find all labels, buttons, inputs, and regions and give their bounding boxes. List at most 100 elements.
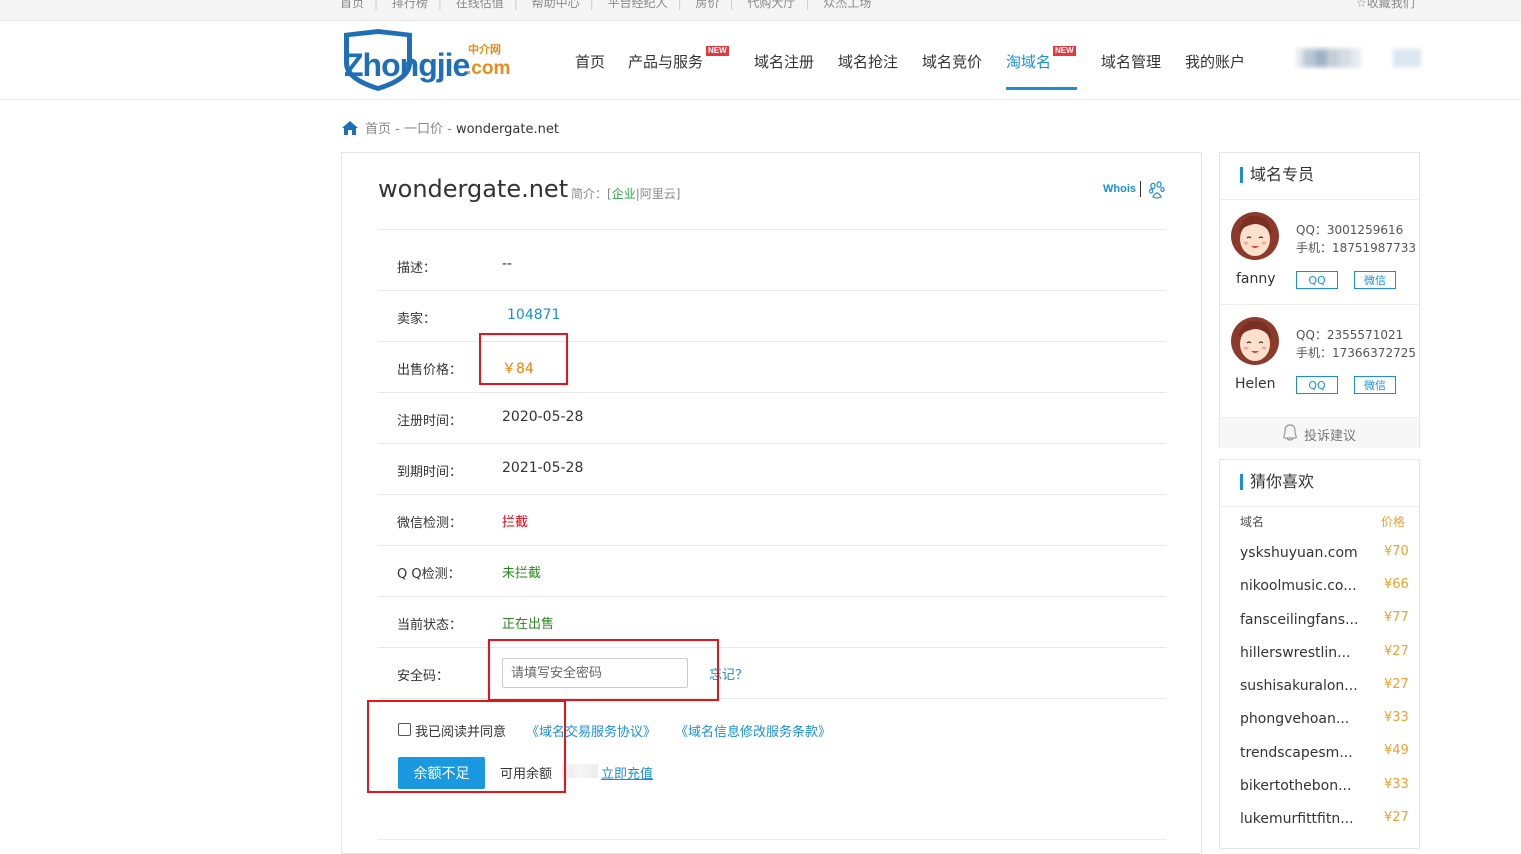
list-item-price: ¥27 bbox=[1384, 810, 1409, 825]
intro-tag[interactable]: 企业 bbox=[612, 187, 636, 201]
new-badge: NEW bbox=[1053, 46, 1076, 56]
domain-title: wondergate.net bbox=[378, 175, 569, 203]
home-icon[interactable] bbox=[341, 120, 359, 136]
zhongjie-logo[interactable]: Zhongjie 中介网 .com bbox=[340, 29, 516, 91]
insufficient-balance-button[interactable]: 余额不足 bbox=[398, 757, 485, 789]
list-item-domain[interactable]: hillerswrestlin... bbox=[1240, 645, 1351, 661]
divider bbox=[1220, 304, 1419, 305]
agree-checkbox[interactable] bbox=[398, 723, 411, 736]
nav-item-home[interactable]: 首页 bbox=[575, 51, 605, 72]
list-item-domain[interactable]: lukemurfittfitn... bbox=[1240, 811, 1354, 827]
col-header-price: 价格 bbox=[1381, 515, 1406, 529]
recharge-link[interactable]: 立即充值 bbox=[601, 763, 653, 782]
divider bbox=[378, 229, 1166, 230]
domain-agents-panel: 域名专员 fanny QQ：3001259616 手机：18751987733 … bbox=[1219, 152, 1420, 448]
value-description: -- bbox=[502, 256, 513, 272]
new-badge: NEW bbox=[706, 46, 729, 56]
agent-qq-button[interactable]: QQ bbox=[1296, 376, 1338, 394]
nav-item-tao-domain[interactable]: 淘域名 bbox=[1006, 51, 1051, 72]
list-item-price: ¥33 bbox=[1384, 710, 1409, 725]
list-item-domain[interactable]: yskshuyuan.com bbox=[1240, 545, 1358, 561]
list-item-price: ¥66 bbox=[1384, 577, 1409, 592]
list-item-domain[interactable]: phongvehoan... bbox=[1240, 711, 1349, 727]
agent-avatar-fanny bbox=[1231, 212, 1279, 260]
nav-item-auction[interactable]: 域名竞价 bbox=[922, 51, 982, 72]
list-item-price: ¥77 bbox=[1384, 610, 1409, 625]
seller-id-link[interactable]: 104871 bbox=[507, 307, 560, 323]
top-link-price[interactable]: 房价 bbox=[695, 0, 719, 10]
whois-link[interactable]: Whois bbox=[1103, 183, 1136, 195]
divider bbox=[378, 698, 1166, 699]
logo-com: .com bbox=[466, 58, 510, 79]
complaint-button[interactable]: 投诉建议 bbox=[1220, 417, 1419, 448]
breadcrumb-fixed-price[interactable]: 一口价 bbox=[404, 122, 443, 137]
list-item-price: ¥49 bbox=[1384, 743, 1409, 758]
nav-item-account[interactable]: 我的账户 bbox=[1185, 51, 1245, 72]
agent-phone: 手机：17366372725 bbox=[1296, 346, 1416, 360]
favorite-link[interactable]: ☆收藏我们 bbox=[1356, 0, 1415, 11]
label-status: 当前状态： bbox=[397, 618, 463, 633]
logo-text: Zhongjie bbox=[344, 47, 470, 83]
nav-item-snatch[interactable]: 域名抢注 bbox=[838, 51, 898, 72]
divider bbox=[378, 647, 1166, 648]
register-date: 2020-05-28 bbox=[502, 409, 584, 425]
breadcrumb-home[interactable]: 首页 bbox=[365, 122, 391, 137]
agent-wechat-button[interactable]: 微信 bbox=[1354, 376, 1396, 394]
expire-date: 2021-05-28 bbox=[502, 460, 584, 476]
sale-price: ￥84 bbox=[502, 361, 534, 377]
nav-item-register[interactable]: 域名注册 bbox=[754, 51, 814, 72]
list-item-domain[interactable]: bikertothebon... bbox=[1240, 778, 1351, 794]
baidu-paw-icon[interactable] bbox=[1149, 181, 1165, 199]
agent-phone: 手机：18751987733 bbox=[1296, 241, 1416, 255]
agent-name: fanny bbox=[1236, 271, 1276, 287]
breadcrumb-current: wondergate.net bbox=[455, 122, 559, 137]
security-code-input[interactable] bbox=[502, 658, 688, 688]
divider bbox=[378, 494, 1166, 495]
agent-qq: QQ：2355571021 bbox=[1296, 328, 1404, 342]
agent-qq: QQ：3001259616 bbox=[1296, 223, 1404, 237]
label-register-date: 注册时间： bbox=[397, 414, 463, 429]
list-item-domain[interactable]: nikoolmusic.co... bbox=[1240, 578, 1357, 594]
top-link-help[interactable]: 帮助中心 bbox=[532, 0, 580, 10]
nav-item-products[interactable]: 产品与服务 bbox=[628, 51, 703, 72]
agree-label: 我已阅读并同意 bbox=[415, 725, 507, 740]
list-item-domain[interactable]: trendscapesm... bbox=[1240, 745, 1353, 761]
divider bbox=[378, 443, 1166, 444]
agent-qq-button[interactable]: QQ bbox=[1296, 271, 1338, 289]
top-link-valuation[interactable]: 在线估值 bbox=[456, 0, 504, 10]
divider bbox=[378, 341, 1166, 342]
top-bar: 首页 | 排行榜 | 在线估值 | 帮助中心 | 平台经纪人 | 房价 | 代购大厅 | 众杰… bbox=[0, 0, 1521, 21]
label-price: 出售价格： bbox=[397, 363, 463, 378]
agent-wechat-button[interactable]: 微信 bbox=[1354, 271, 1396, 289]
breadcrumb: 首页 - 一口价 - wondergate.net bbox=[341, 118, 559, 137]
top-link-purchase[interactable]: 代购大厅 bbox=[747, 0, 795, 10]
list-item-price: ¥27 bbox=[1384, 644, 1409, 659]
trade-agreement-link[interactable]: 《域名交易服务协议》 bbox=[526, 721, 656, 740]
current-status: 正在出售 bbox=[502, 617, 555, 632]
divider bbox=[378, 596, 1166, 597]
list-item-price: ¥27 bbox=[1384, 677, 1409, 692]
user-avatar-blurred[interactable] bbox=[1293, 43, 1428, 73]
divider bbox=[378, 545, 1166, 546]
top-link-home[interactable]: 首页 bbox=[340, 0, 364, 10]
wechat-check-status: 拦截 bbox=[502, 515, 529, 530]
info-modify-terms-link[interactable]: 《域名信息修改服务条款》 bbox=[675, 721, 831, 740]
available-balance-label: 可用余额 bbox=[500, 767, 553, 782]
forgot-password-link[interactable]: 忘记？ bbox=[709, 664, 748, 683]
list-item-price: ¥33 bbox=[1384, 777, 1409, 792]
qq-penguin-icon bbox=[1283, 424, 1297, 441]
label-wechat-check: 微信检测： bbox=[397, 516, 463, 531]
top-link-ranking[interactable]: 排行榜 bbox=[392, 0, 428, 10]
list-item-domain[interactable]: sushisakuralon... bbox=[1240, 678, 1358, 694]
qq-check-status: 未拦截 bbox=[502, 566, 542, 581]
list-item-domain[interactable]: fansceilingfans... bbox=[1240, 612, 1358, 628]
label-security-code: 安全码： bbox=[397, 669, 450, 684]
nav-active-indicator bbox=[1006, 87, 1077, 90]
top-link-workshop[interactable]: 众杰工场 bbox=[823, 0, 871, 10]
guess-you-like-panel: 猜你喜欢 域名 价格 yskshuyuan.com ¥70 nikoolmusi… bbox=[1219, 459, 1420, 849]
divider bbox=[1220, 199, 1419, 200]
domain-intro: 简介：[企业|阿里云] bbox=[571, 187, 681, 201]
divider bbox=[378, 839, 1166, 840]
top-link-broker[interactable]: 平台经纪人 bbox=[608, 0, 668, 10]
nav-item-manage[interactable]: 域名管理 bbox=[1101, 51, 1161, 72]
